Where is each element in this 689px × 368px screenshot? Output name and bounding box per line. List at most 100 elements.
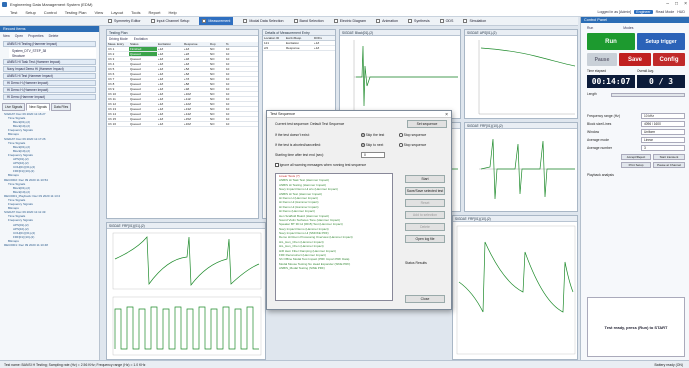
module-ods[interactable]: ODS xyxy=(439,19,453,23)
menu-item[interactable]: Testing Plan xyxy=(65,10,87,15)
tab-data-files[interactable]: Data Files xyxy=(50,103,72,111)
cell: +14Z xyxy=(184,112,191,116)
pause-button[interactable]: Pause xyxy=(587,53,617,66)
tab-run[interactable]: Run xyxy=(587,26,593,30)
radio-skip-next[interactable]: Skip to next xyxy=(361,143,383,147)
delete-button[interactable]: Delete xyxy=(405,223,445,231)
record-item[interactable]: Hi Demo (Hammer Impact) xyxy=(3,94,96,100)
minimize-icon[interactable]: – xyxy=(666,1,669,7)
menu-item[interactable]: Test xyxy=(10,10,17,15)
maximize-icon[interactable]: □ xyxy=(675,1,678,7)
testplan-row[interactable]: Ch 16 Queued +1Z +16Z NO 10 xyxy=(107,122,258,127)
ignore-warnings-checkbox[interactable]: Ignore all warning messages when running… xyxy=(275,163,366,167)
radio-skip-test[interactable]: Skip the test xyxy=(361,133,384,137)
add-to-selection-button[interactable]: Add to selection xyxy=(405,211,445,219)
accept-reject-button[interactable]: Accept/Reject xyxy=(621,154,651,160)
record-item[interactable]: ANBIS Hi Test (Hammer Impact) xyxy=(3,73,96,79)
tab-live-signals[interactable]: Live Signals xyxy=(2,103,26,111)
column-header[interactable]: Excitation xyxy=(157,42,183,46)
menu-item[interactable]: Tools xyxy=(131,10,140,15)
test-list[interactable]: Linear Tests (?) ANBIS Hi Task Test (Ham… xyxy=(275,173,393,301)
module-symmetry-editor[interactable]: Symmetry Editor xyxy=(108,19,141,23)
reset-button[interactable]: Reset xyxy=(405,199,445,207)
module-label: Symmetry Editor xyxy=(114,19,141,23)
module-band-selection[interactable]: Band Selection xyxy=(293,19,324,23)
field-frequency-range: Frequency range (Hz) 10 kHz xyxy=(587,112,685,119)
setup-trigger-button[interactable]: Setup trigger xyxy=(637,33,685,50)
read-mode-link[interactable]: Read Mode xyxy=(656,10,675,14)
print-setup-button[interactable]: Print Setup xyxy=(621,162,651,168)
menu-item[interactable]: Setup xyxy=(25,10,35,15)
field-value[interactable]: 10 kHz xyxy=(641,112,685,119)
column-header[interactable]: Meas. Entry xyxy=(107,42,129,46)
pause-at-channel-button[interactable]: Pause at Channel xyxy=(653,162,685,168)
start-delay-input[interactable]: 0 xyxy=(361,152,385,158)
open-log-button[interactable]: Open log file xyxy=(405,235,445,243)
record-item[interactable]: Hi Demo H (Hammer Impact) xyxy=(3,87,96,93)
menu-item[interactable]: Report xyxy=(148,10,160,15)
open-button[interactable]: Open xyxy=(15,34,23,38)
chart-frf-big[interactable]: SIGDAT: FRF[01]:[10]-(2) xyxy=(452,215,578,360)
start-button[interactable]: Start xyxy=(405,175,445,183)
testing-plan-panel: Testing Plan Driving Mode Excitation Mea… xyxy=(106,29,259,219)
record-item[interactable]: Navy Impact Demo Hi (Hammer Impact) xyxy=(3,66,96,72)
radio-stop-sequence-2[interactable]: Stop sequence xyxy=(399,143,426,147)
column-header[interactable]: Status xyxy=(129,42,157,46)
tree-node[interactable]: REC0001: Dec 09 2020 11:10:48 xyxy=(3,243,99,247)
column-header[interactable]: Response xyxy=(183,42,209,46)
user-level-badge[interactable]: Engineer xyxy=(634,10,653,14)
run-button[interactable]: Run xyxy=(587,33,635,50)
chart-plot xyxy=(479,138,575,200)
save-button[interactable]: Save xyxy=(619,53,651,66)
field-value[interactable]: Uniform xyxy=(641,128,685,135)
menu-item[interactable]: Help xyxy=(168,10,176,15)
details-row[interactable]: 2/2 Response +1Z xyxy=(263,46,335,51)
config-button[interactable]: Config xyxy=(653,53,685,66)
chart-time-1[interactable]: SIGDAT: Block[01]-(2) xyxy=(339,29,461,119)
module-icon xyxy=(108,19,112,23)
field-value[interactable]: Linear xyxy=(641,136,685,143)
close-icon[interactable]: × xyxy=(684,1,687,7)
column-header[interactable]: Location ID xyxy=(263,36,285,40)
chart-frf-1[interactable]: SIGDAT: FRF[01]:[01]-(2) xyxy=(106,222,266,360)
record-child[interactable]: Structure xyxy=(9,53,96,58)
radio-stop-sequence[interactable]: Stop sequence xyxy=(399,133,426,137)
record-item[interactable]: Hi Demo H (Hammer Impact) xyxy=(3,80,96,86)
set-sequence-button[interactable]: Set sequence xyxy=(407,120,447,128)
menu-item[interactable]: Layout xyxy=(111,10,123,15)
column-header[interactable]: Excit./Resp. xyxy=(285,36,313,40)
column-header[interactable]: % xyxy=(225,42,239,46)
module-electric-diagram[interactable]: Electric Diagram xyxy=(333,19,366,23)
column-header[interactable]: DOFs xyxy=(313,36,333,40)
module-input-channel[interactable]: Input Channel Setup xyxy=(150,19,189,23)
field-value[interactable]: 4096 / 1600 xyxy=(641,120,685,127)
module-measurement[interactable]: Measurement xyxy=(199,17,234,25)
save-as-button[interactable]: Save/Save selected test xyxy=(405,187,445,195)
test-list-item[interactable]: ANBIS_Modal Testing (SINE PRF) xyxy=(276,266,392,270)
module-simulation[interactable]: Simulation xyxy=(463,19,486,23)
new-button[interactable]: New xyxy=(3,34,10,38)
signal-tabs: Live Signals New Signals Data Files xyxy=(2,103,97,111)
testplan-rows: Ch 1 Finished +1Z +1Z NO 10 Ch 2 Queued +1Z +2Z NO… xyxy=(107,47,258,127)
hud-link[interactable]: HUD xyxy=(677,10,685,14)
record-item[interactable]: ANBIS Hi Testing (Hammer Impact) xyxy=(3,41,96,47)
close-icon[interactable]: × xyxy=(445,112,448,118)
tab-modes[interactable]: Modes xyxy=(623,26,633,30)
start-transient-button[interactable]: Start transient xyxy=(653,154,685,160)
field-value[interactable]: 3 xyxy=(641,144,685,151)
menu-item[interactable]: View xyxy=(95,10,104,15)
tab-new-signals[interactable]: New Signals xyxy=(26,103,50,111)
properties-button[interactable]: Properties xyxy=(28,34,43,38)
module-synthesis[interactable]: Synthesis xyxy=(408,19,430,23)
subhead-driving-mode[interactable]: Driving Mode xyxy=(109,37,128,41)
chart-frf[interactable]: SIGDAT: FRF[01]:[10]-(2) xyxy=(464,122,578,212)
delete-button[interactable]: Delete xyxy=(49,34,59,38)
chart-aps[interactable]: SIGDAT: APS[01]-(2) xyxy=(464,29,578,119)
subhead-excitation[interactable]: Excitation xyxy=(134,37,148,41)
menu-item[interactable]: Control xyxy=(44,10,57,15)
record-item[interactable]: ANBIS HI Task Test (Hammer Impact) xyxy=(3,59,96,65)
module-animation[interactable]: Animation xyxy=(376,19,398,23)
module-modal-data[interactable]: Modal Data Selection xyxy=(243,19,284,23)
close-button[interactable]: Close xyxy=(405,295,445,303)
column-header[interactable]: Dup xyxy=(209,42,225,46)
